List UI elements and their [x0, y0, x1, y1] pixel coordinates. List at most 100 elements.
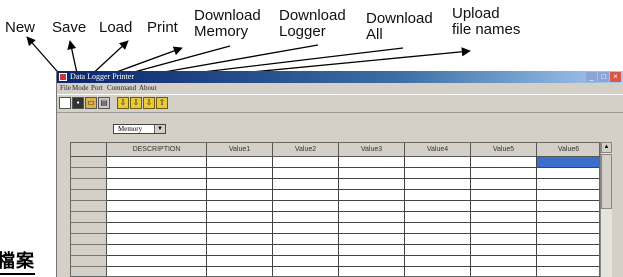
table-cell[interactable]: [537, 234, 599, 245]
column-header-value6[interactable]: Value6: [537, 143, 599, 157]
minimize-button[interactable]: _: [586, 72, 597, 82]
scroll-thumb[interactable]: [601, 154, 612, 209]
table-cell[interactable]: [107, 234, 207, 245]
table-cell[interactable]: [107, 179, 207, 190]
table-cell[interactable]: [107, 256, 207, 267]
table-cell[interactable]: [107, 157, 207, 168]
table-cell[interactable]: [339, 179, 405, 190]
table-cell[interactable]: [207, 245, 273, 256]
table-cell[interactable]: [405, 234, 471, 245]
source-select[interactable]: Memory ▼: [113, 124, 166, 134]
table-cell[interactable]: [471, 157, 537, 168]
table-cell[interactable]: [339, 212, 405, 223]
download-memory-icon[interactable]: ⇩: [117, 97, 129, 109]
table-cell[interactable]: [339, 234, 405, 245]
table-cell[interactable]: [537, 256, 599, 267]
table-cell[interactable]: [471, 201, 537, 212]
table-cell[interactable]: [339, 168, 405, 179]
table-cell[interactable]: [537, 190, 599, 201]
table-cell[interactable]: [207, 190, 273, 201]
table-cell[interactable]: [537, 212, 599, 223]
table-cell[interactable]: [339, 157, 405, 168]
table-cell[interactable]: [207, 256, 273, 267]
table-cell[interactable]: [537, 201, 599, 212]
table-cell[interactable]: [107, 168, 207, 179]
table-cell[interactable]: [207, 168, 273, 179]
printer-icon[interactable]: ▤: [98, 97, 110, 109]
table-cell[interactable]: [273, 245, 339, 256]
table-cell[interactable]: [273, 212, 339, 223]
open-folder-icon[interactable]: ▭: [85, 97, 97, 109]
row-header[interactable]: [71, 168, 107, 179]
row-header[interactable]: [71, 201, 107, 212]
download-all-icon[interactable]: ⇩: [143, 97, 155, 109]
table-cell[interactable]: [273, 201, 339, 212]
column-header-value3[interactable]: Value3: [339, 143, 405, 157]
table-cell[interactable]: [537, 168, 599, 179]
table-cell[interactable]: [339, 201, 405, 212]
table-cell[interactable]: [537, 245, 599, 256]
table-cell[interactable]: [273, 179, 339, 190]
table-cell[interactable]: [537, 179, 599, 190]
table-cell[interactable]: [405, 245, 471, 256]
save-disk-icon[interactable]: ▪: [72, 97, 84, 109]
table-cell[interactable]: [273, 157, 339, 168]
table-cell[interactable]: [107, 201, 207, 212]
column-header-value4[interactable]: Value4: [405, 143, 471, 157]
table-cell[interactable]: [405, 256, 471, 267]
table-cell[interactable]: [405, 223, 471, 234]
scroll-up-icon[interactable]: ▲: [601, 142, 612, 153]
row-header[interactable]: [71, 157, 107, 168]
table-cell[interactable]: [339, 256, 405, 267]
table-cell[interactable]: [107, 190, 207, 201]
table-cell[interactable]: [405, 201, 471, 212]
new-file-icon[interactable]: [59, 97, 71, 109]
menu-file[interactable]: File: [60, 83, 71, 94]
table-cell[interactable]: [537, 267, 599, 276]
table-cell[interactable]: [207, 267, 273, 276]
table-cell[interactable]: [207, 223, 273, 234]
column-header-value1[interactable]: Value1: [207, 143, 273, 157]
table-cell[interactable]: [537, 157, 599, 168]
table-cell[interactable]: [471, 267, 537, 276]
menu-about[interactable]: About: [139, 83, 157, 94]
table-cell[interactable]: [471, 245, 537, 256]
table-cell[interactable]: [273, 267, 339, 276]
row-header[interactable]: [71, 267, 107, 276]
menu-port[interactable]: Port: [91, 83, 103, 94]
upload-file-names-icon[interactable]: ⇧: [156, 97, 168, 109]
table-cell[interactable]: [471, 234, 537, 245]
row-header[interactable]: [71, 212, 107, 223]
column-header-description[interactable]: DESCRIPTION: [107, 143, 207, 157]
table-cell[interactable]: [405, 190, 471, 201]
table-cell[interactable]: [207, 234, 273, 245]
table-cell[interactable]: [537, 223, 599, 234]
table-cell[interactable]: [207, 201, 273, 212]
download-logger-icon[interactable]: ⇩: [130, 97, 142, 109]
table-cell[interactable]: [405, 157, 471, 168]
column-header-value2[interactable]: Value2: [273, 143, 339, 157]
row-header[interactable]: [71, 245, 107, 256]
menu-command[interactable]: Command: [107, 83, 136, 94]
table-cell[interactable]: [339, 190, 405, 201]
table-cell[interactable]: [107, 223, 207, 234]
table-cell[interactable]: [273, 234, 339, 245]
table-cell[interactable]: [273, 256, 339, 267]
table-cell[interactable]: [405, 267, 471, 276]
table-cell[interactable]: [405, 212, 471, 223]
table-cell[interactable]: [471, 256, 537, 267]
table-cell[interactable]: [273, 190, 339, 201]
column-header-value5[interactable]: Value5: [471, 143, 537, 157]
table-cell[interactable]: [471, 212, 537, 223]
chevron-down-icon[interactable]: ▼: [154, 125, 165, 133]
table-cell[interactable]: [339, 267, 405, 276]
table-cell[interactable]: [339, 223, 405, 234]
row-header[interactable]: [71, 223, 107, 234]
table-cell[interactable]: [273, 223, 339, 234]
table-cell[interactable]: [107, 267, 207, 276]
table-cell[interactable]: [273, 168, 339, 179]
row-header[interactable]: [71, 256, 107, 267]
table-cell[interactable]: [207, 179, 273, 190]
table-cell[interactable]: [405, 179, 471, 190]
table-cell[interactable]: [471, 223, 537, 234]
